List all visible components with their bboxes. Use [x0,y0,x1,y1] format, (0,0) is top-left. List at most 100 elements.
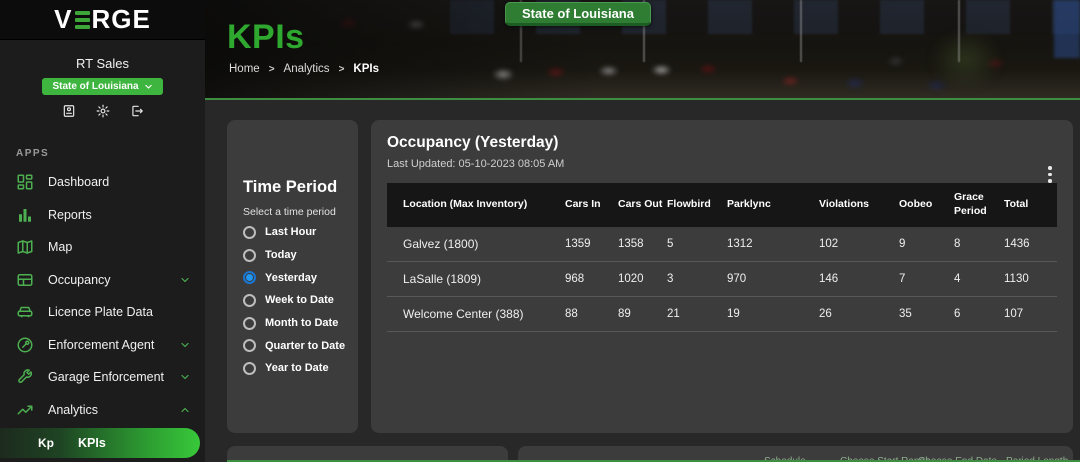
radio-label: Month to Date [265,317,339,330]
sidebar-item-occupancy[interactable]: Occupancy [0,264,205,297]
cell-cars-in: 1359 [565,238,591,250]
cell-flowbird: 5 [667,238,674,250]
sidebar-item-enforcement-agent[interactable]: Enforcement Agent [0,329,205,362]
sidebar-item-licence-plate-data[interactable]: Licence Plate Data [0,296,205,329]
sidebar-item-reports[interactable]: Reports [0,199,205,232]
sidebar-item-map[interactable]: Map [0,231,205,264]
cell-cars-out: 89 [618,308,631,320]
radio-label: Week to Date [265,294,334,307]
col-grace-period: Grace Period [954,191,987,217]
chevron-down-icon [181,375,189,380]
occupancy-table: Location (Max Inventory) Cars In Cars Ou… [387,183,1057,332]
radio-year-to-date[interactable]: Year to Date [243,357,344,380]
content-area: Time Period Select a time period Last Ho… [205,102,1080,462]
logout-icon[interactable] [130,104,144,118]
cell-location: Welcome Center (388) [403,307,524,321]
account-name: RT Sales [76,56,129,71]
table-row-welcome-center: Welcome Center (388) 88 89 21 19 26 35 6… [387,297,1057,332]
occupancy-panel: Occupancy (Yesterday) Last Updated: 05-1… [371,120,1073,433]
sidebar-item-analytics[interactable]: Analytics [0,394,205,427]
col-parklync: Parklync [727,198,771,211]
radio-today[interactable]: Today [243,244,344,267]
table-row-galvez: Galvez (1800) 1359 1358 5 1312 102 9 8 1… [387,227,1057,262]
sidebar-item-label: Enforcement Agent [48,337,155,352]
page-header: State of Louisiana KPIs Home > Analytics… [205,0,1080,100]
settings-gear-icon[interactable] [96,104,110,118]
radio-quarter-to-date[interactable]: Quarter to Date [243,334,345,357]
sidebar-item-kpis-active[interactable]: Kp KPIs [0,428,200,458]
cell-cars-out: 1358 [618,238,644,250]
cell-total: 1436 [1004,238,1030,250]
logo-green-e-icon [74,10,90,29]
id-badge-icon[interactable] [62,104,76,118]
breadcrumb-kpis-current[interactable]: KPIs [353,63,379,75]
kebab-menu-icon[interactable] [1043,166,1057,184]
cell-oobeo: 35 [899,308,912,320]
radio-yesterday-selected[interactable]: Yesterday [243,266,344,289]
sidebar-item-label: Reports [48,207,92,222]
wrench-icon [18,369,33,384]
cell-grace-period: 6 [954,308,961,320]
region-dropdown[interactable]: State of Louisiana [42,78,163,95]
breadcrumb-home[interactable]: Home [229,63,260,75]
trending-up-icon [17,405,33,415]
cell-grace-period: 8 [954,238,961,250]
app-root: V RGE RT Sales State of Louisiana APPS D… [0,0,1080,462]
col-oobeo: Oobeo [899,198,933,211]
sidebar-item-label: Garage Enforcement [48,370,165,385]
car-icon [17,307,33,318]
chevron-down-icon [181,277,189,282]
state-sign-badge: State of Louisiana [505,2,651,26]
logo-band: V RGE [0,0,205,40]
sidebar-item-dashboard[interactable]: Dashboard [0,166,205,199]
col-location: Location (Max Inventory) [403,198,528,211]
occupancy-last-updated: Last Updated: 05-10-2023 08:05 AM [387,158,565,170]
cell-grace-period: 4 [954,273,961,285]
cell-violations: 26 [819,308,832,320]
dashboard-grid-icon [17,174,33,190]
breadcrumb-analytics[interactable]: Analytics [284,63,330,75]
occupancy-title: Occupancy (Yesterday) [387,134,559,151]
cell-total: 1130 [1004,273,1029,285]
sidebar-item-garage-enforcement[interactable]: Garage Enforcement [0,361,205,394]
sidebar: V RGE RT Sales State of Louisiana APPS D… [0,0,205,462]
radio-week-to-date[interactable]: Week to Date [243,289,344,312]
cell-violations: 146 [819,273,839,285]
radio-month-to-date[interactable]: Month to Date [243,312,344,335]
breadcrumb: Home > Analytics > KPIs [229,63,379,75]
cell-parklync: 970 [727,273,747,285]
verge-logo: V RGE [54,4,151,35]
cell-cars-in: 968 [565,273,585,285]
time-period-panel: Time Period Select a time period Last Ho… [227,120,358,433]
sidebar-item-label: Occupancy [48,272,111,287]
page-title: KPIs [227,18,305,56]
table-row-lasalle: LaSalle (1809) 968 1020 3 970 146 7 4 11… [387,262,1057,297]
radio-circle-icon [243,225,256,239]
breadcrumb-separator: > [268,63,275,75]
sidebar-item-label: KPIs [78,436,106,450]
cell-oobeo: 9 [899,238,906,250]
sidebar-item-label: Dashboard [48,175,110,190]
account-section: RT Sales State of Louisiana [0,40,205,118]
map-icon [17,240,33,254]
chevron-down-icon [181,342,189,347]
chevron-up-icon [181,407,189,412]
cell-location: LaSalle (1809) [403,272,482,286]
cell-flowbird: 21 [667,308,680,320]
col-violations: Violations [819,198,869,211]
radio-label: Yesterday [265,271,317,284]
radio-label: Last Hour [265,226,317,239]
col-cars-in: Cars In [565,198,601,211]
cell-cars-in: 88 [565,308,578,320]
sidebar-item-label: Licence Plate Data [48,305,153,320]
radio-label: Year to Date [265,362,329,375]
radio-circle-icon [243,339,256,353]
layout-icon [17,273,33,286]
radio-circle-icon [243,293,256,307]
radio-last-hour[interactable]: Last Hour [243,221,344,244]
cell-parklync: 19 [727,308,740,320]
kpis-abbr-icon: Kp [38,436,54,450]
cell-parklync: 1312 [727,238,753,250]
bar-chart-icon [19,208,31,222]
cell-cars-out: 1020 [618,273,644,285]
